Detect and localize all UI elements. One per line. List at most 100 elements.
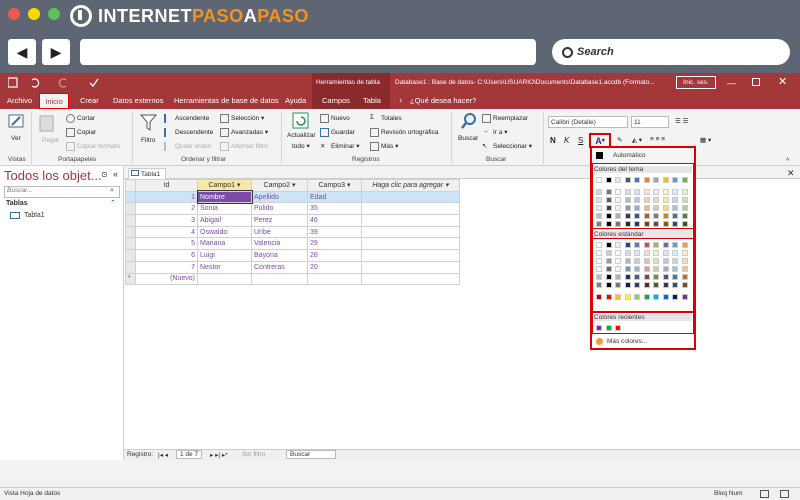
standard-color-swatch[interactable]	[596, 242, 602, 248]
theme-color-swatch[interactable]	[643, 197, 650, 203]
standard-color-swatch[interactable]	[681, 266, 688, 272]
theme-color-swatch[interactable]	[672, 177, 678, 183]
row-selector[interactable]	[125, 237, 136, 251]
actualizar-button[interactable]: Actualizar	[287, 132, 316, 139]
list-icon[interactable]: ☰ ☰	[675, 117, 688, 125]
minimize-app-icon[interactable]: —	[727, 78, 736, 88]
datasheet-view-icon[interactable]	[760, 490, 769, 498]
table-cell[interactable]: 7	[135, 260, 198, 274]
standard-color-swatch[interactable]	[624, 294, 631, 300]
standard-color-swatch[interactable]	[672, 274, 678, 280]
standard-color-swatch[interactable]	[605, 266, 612, 272]
cortar-button[interactable]: Cortar	[66, 114, 95, 123]
theme-color-swatch[interactable]	[672, 189, 678, 195]
theme-color-swatch[interactable]	[653, 177, 659, 183]
standard-color-swatch[interactable]	[672, 266, 678, 272]
theme-color-swatch[interactable]	[643, 221, 650, 227]
copiar-formato-button[interactable]: Copiar formato	[66, 142, 120, 151]
tab-herramientas-bd[interactable]: Herramientas de base de datos	[174, 96, 279, 105]
col-header-campo2[interactable]: Campo2 ▾	[251, 179, 308, 192]
row-selector[interactable]	[125, 190, 136, 204]
standard-color-swatch[interactable]	[662, 266, 669, 272]
row-selector[interactable]	[125, 260, 136, 274]
standard-color-swatch[interactable]	[605, 282, 612, 288]
maximize-window-button[interactable]	[48, 8, 60, 20]
seleccion-button[interactable]: Selección ▾	[220, 114, 264, 123]
close-doc-icon[interactable]: ✕	[787, 168, 795, 179]
theme-color-swatch[interactable]	[662, 177, 669, 183]
standard-color-swatch[interactable]	[605, 294, 612, 300]
font-name-select[interactable]: Calibri (Detalle)	[548, 116, 628, 128]
standard-color-swatch[interactable]	[653, 266, 659, 272]
theme-color-swatch[interactable]	[672, 213, 678, 219]
theme-color-swatch[interactable]	[634, 205, 640, 211]
standard-color-swatch[interactable]	[653, 282, 659, 288]
theme-color-swatch[interactable]	[605, 197, 612, 203]
standard-color-swatch[interactable]	[653, 242, 659, 248]
close-window-button[interactable]	[8, 8, 20, 20]
table-cell[interactable]	[251, 272, 308, 286]
theme-color-swatch[interactable]	[653, 189, 659, 195]
align-icons[interactable]: ≡ ≡ ≡	[650, 136, 665, 143]
table-cell[interactable]	[197, 272, 252, 286]
underline-button[interactable]: S	[578, 136, 583, 145]
table-row[interactable]: 2 Sonia Pulido 35	[125, 202, 460, 216]
theme-color-swatch[interactable]	[672, 197, 678, 203]
table-cell[interactable]: Apellido	[251, 190, 308, 204]
recent-color-swatch[interactable]	[605, 325, 612, 331]
standard-color-swatch[interactable]	[596, 266, 602, 272]
standard-color-swatch[interactable]	[681, 250, 688, 256]
standard-color-swatch[interactable]	[615, 282, 621, 288]
row-selector[interactable]	[125, 214, 136, 227]
row-selector[interactable]	[125, 225, 136, 239]
standard-color-swatch[interactable]	[605, 242, 612, 248]
standard-color-swatch[interactable]	[624, 282, 631, 288]
standard-color-swatch[interactable]	[615, 258, 621, 264]
close-app-icon[interactable]: ✕	[778, 75, 787, 88]
restore-app-icon[interactable]	[752, 78, 760, 86]
guardar-button[interactable]: Guardar	[320, 128, 355, 137]
standard-color-swatch[interactable]	[681, 274, 688, 280]
standard-color-swatch[interactable]	[681, 258, 688, 264]
standard-color-swatch[interactable]	[615, 294, 621, 300]
theme-color-swatch[interactable]	[634, 189, 640, 195]
nav-group-tablas[interactable]: Tablas	[6, 200, 28, 207]
standard-color-swatch[interactable]	[624, 266, 631, 272]
theme-color-swatch[interactable]	[624, 197, 631, 203]
standard-color-swatch[interactable]	[634, 250, 640, 256]
theme-color-swatch[interactable]	[653, 205, 659, 211]
italic-button[interactable]: K	[564, 136, 569, 145]
table-cell[interactable]: 2	[135, 202, 198, 216]
highlight-icon[interactable]: ✎	[617, 136, 622, 144]
standard-color-swatch[interactable]	[662, 242, 669, 248]
standard-color-swatch[interactable]	[672, 242, 678, 248]
table-cell[interactable]: 39	[307, 225, 362, 239]
standard-color-swatch[interactable]	[653, 258, 659, 264]
theme-color-swatch[interactable]	[624, 177, 631, 183]
theme-color-swatch[interactable]	[605, 177, 612, 183]
table-cell[interactable]: Mariana	[197, 237, 252, 251]
theme-color-swatch[interactable]	[643, 205, 650, 211]
tab-ayuda[interactable]: Ayuda	[285, 96, 306, 105]
table-cell[interactable]: 46	[307, 214, 362, 227]
standard-color-swatch[interactable]	[662, 282, 669, 288]
standard-color-swatch[interactable]	[596, 258, 602, 264]
standard-color-swatch[interactable]	[643, 242, 650, 248]
mas-button[interactable]: Más ▾	[370, 142, 398, 151]
ir-a-button[interactable]: → Ir a ▾	[482, 128, 507, 137]
address-bar[interactable]	[80, 39, 536, 65]
standard-color-swatch[interactable]	[615, 242, 621, 248]
standard-color-swatch[interactable]	[634, 266, 640, 272]
theme-color-swatch[interactable]	[681, 189, 688, 195]
table-cell[interactable]	[361, 190, 460, 204]
new-record-row[interactable]: * (Nuevo)	[125, 272, 460, 286]
theme-color-swatch[interactable]	[653, 221, 659, 227]
table-cell[interactable]	[361, 202, 460, 216]
standard-color-swatch[interactable]	[681, 282, 688, 288]
theme-color-swatch[interactable]	[662, 221, 669, 227]
table-cell[interactable]: Luigi	[197, 249, 252, 262]
new-record-id[interactable]: (Nuevo)	[135, 272, 198, 286]
table-cell[interactable]: 6	[135, 249, 198, 262]
row-selector[interactable]	[125, 249, 136, 262]
standard-color-swatch[interactable]	[643, 258, 650, 264]
